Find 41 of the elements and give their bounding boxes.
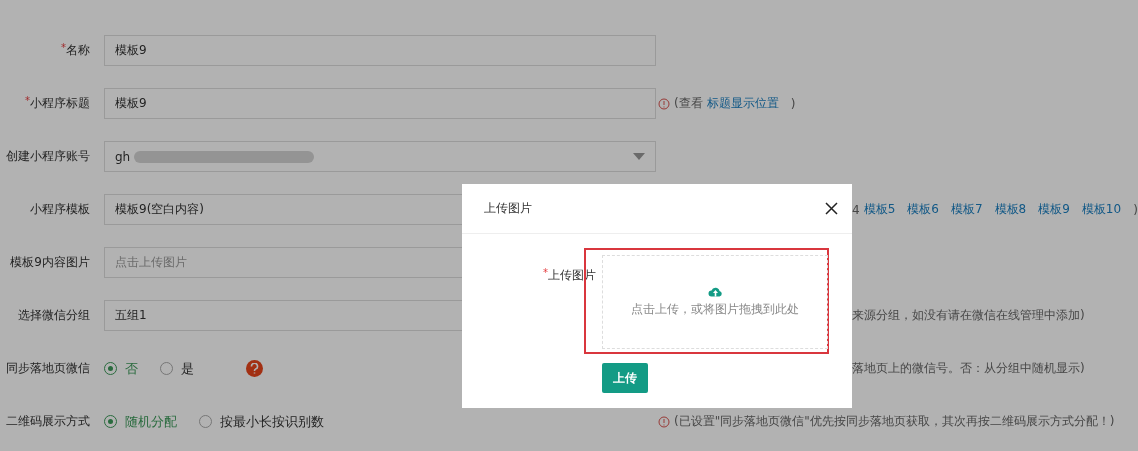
- hint-text: 4: [852, 202, 860, 217]
- required-mark: *: [61, 42, 66, 53]
- hint-text: ): [790, 96, 796, 111]
- field-label: 同步落地页微信: [6, 361, 90, 375]
- template-link[interactable]: 模板6: [907, 201, 939, 218]
- dropdown-arrow-icon: [633, 153, 645, 160]
- field-label: 模板9内容图片: [10, 255, 90, 269]
- help-icon[interactable]: [246, 360, 263, 377]
- upload-dropzone[interactable]: 点击上传，或将图片拖拽到此处: [602, 255, 828, 349]
- template-link[interactable]: 模板5: [863, 201, 896, 218]
- radio-option[interactable]: 随机分配: [104, 412, 177, 431]
- dialog-title: 上传图片: [484, 200, 532, 217]
- radio-option[interactable]: 是: [160, 359, 194, 378]
- field-label: 小程序标题: [30, 96, 90, 110]
- input-field[interactable]: 模板9: [104, 35, 656, 66]
- upload-cloud-icon: [707, 286, 723, 297]
- hint-text: 落地页上的微信号。否：从分组中随机显示): [852, 360, 1085, 377]
- template-link[interactable]: 模板10: [1081, 201, 1122, 218]
- radio-option[interactable]: 否: [104, 359, 138, 378]
- required-mark: *: [543, 267, 548, 278]
- field-label: 创建小程序账号: [6, 149, 90, 163]
- field-label: 名称: [66, 43, 90, 57]
- info-icon: [658, 415, 670, 428]
- info-icon: [658, 97, 670, 110]
- hint-text: 来源分组，如没有请在微信在线管理中添加): [852, 307, 1085, 324]
- input-field[interactable]: 模板9: [104, 88, 656, 119]
- radio-option[interactable]: 按最小长按识别数: [199, 412, 324, 431]
- hint-text: (已设置"同步落地页微信"优先按同步落地页获取，其次再按二维码展示方式分配！): [674, 413, 1115, 430]
- link[interactable]: 标题显示位置: [706, 95, 779, 112]
- select-field[interactable]: gh: [104, 141, 656, 172]
- required-mark: *: [25, 95, 30, 106]
- close-button[interactable]: [825, 202, 838, 215]
- template-link[interactable]: 模板7: [950, 201, 983, 218]
- field-label: 二维码展示方式: [6, 414, 90, 428]
- hint-text: (查看: [674, 95, 703, 112]
- field-label: 小程序模板: [30, 202, 90, 216]
- hint-text: ): [1133, 202, 1138, 217]
- template-link[interactable]: 模板9: [1038, 201, 1070, 218]
- upload-button[interactable]: 上传: [602, 363, 648, 393]
- template-link[interactable]: 模板8: [994, 201, 1027, 218]
- field-label: 选择微信分组: [18, 308, 90, 322]
